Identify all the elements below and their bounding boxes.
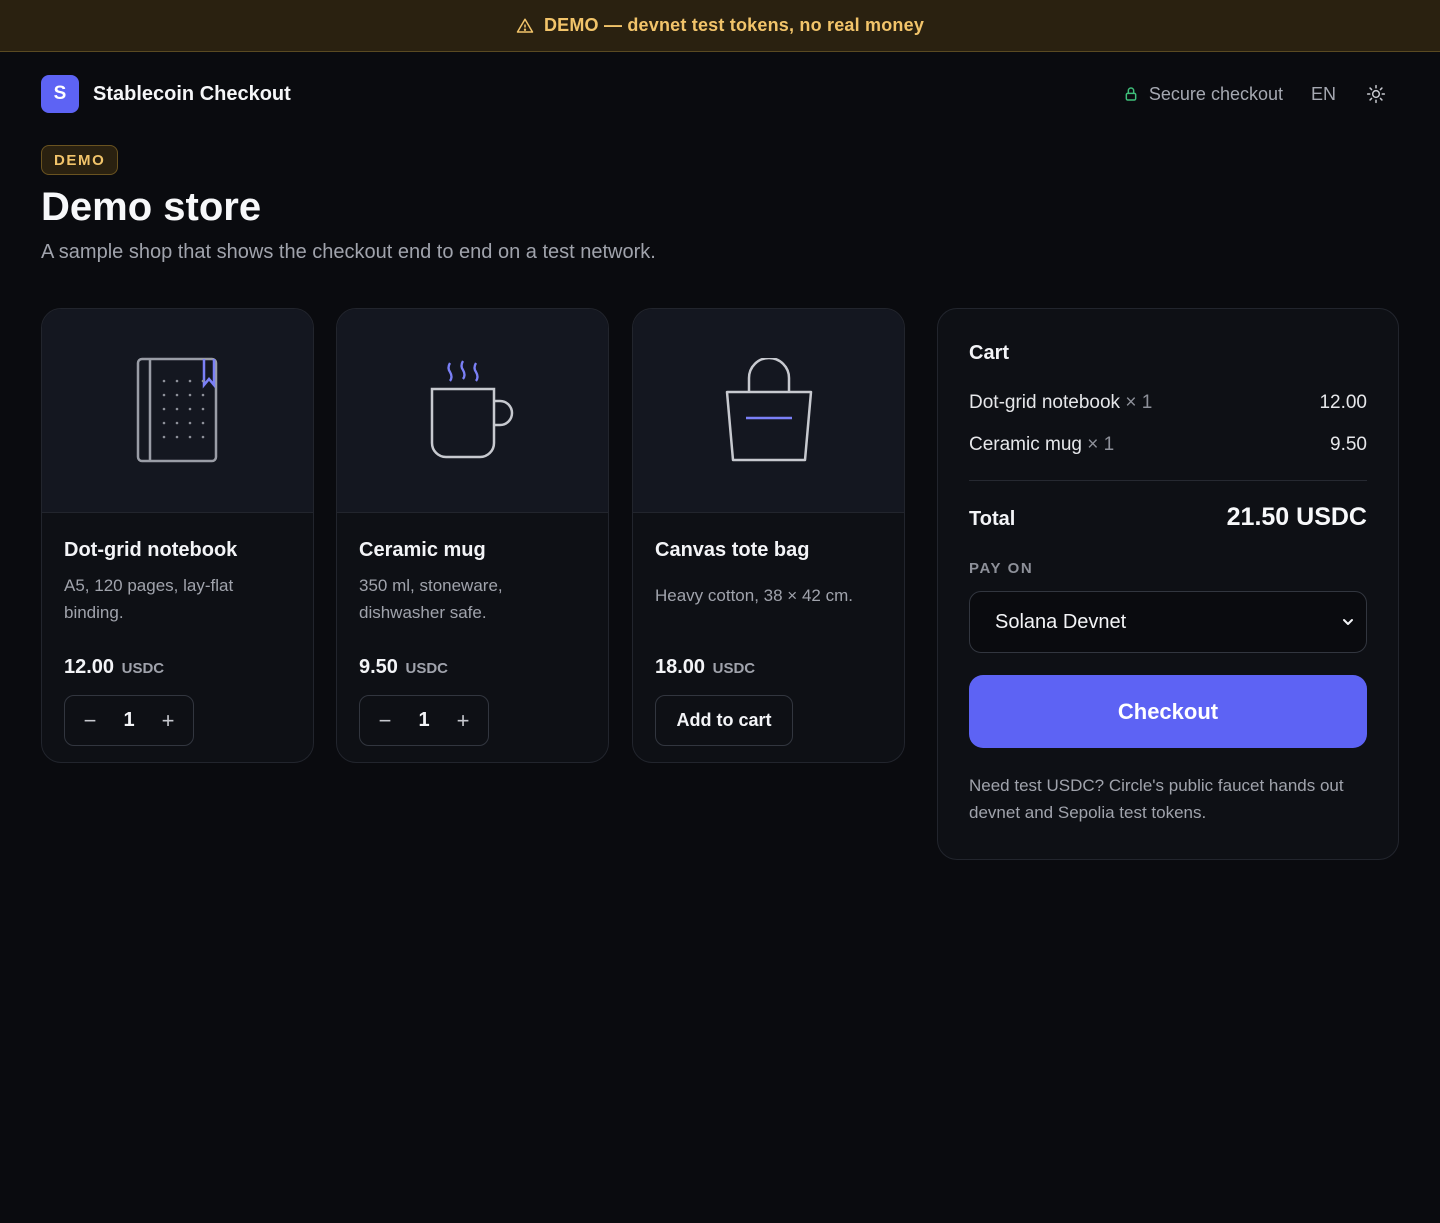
- chevron-down-icon: [1343, 619, 1353, 625]
- secure-label: Secure checkout: [1148, 83, 1283, 104]
- warning-icon: [516, 17, 534, 35]
- decrement-button[interactable]: −: [370, 706, 400, 736]
- cart-line: Ceramic mug × 1 9.50: [969, 434, 1367, 456]
- product-description: Heavy cotton, 38 × 42 cm.: [655, 586, 853, 605]
- cart-line-item: Dot-grid notebook × 1: [969, 392, 1152, 414]
- tote-bag-icon: [725, 357, 812, 461]
- header: S Stablecoin Checkout Secure checkout EN: [41, 74, 1386, 114]
- product-name: Canvas tote bag: [655, 539, 810, 561]
- quantity-value: 1: [123, 709, 135, 731]
- cart-line-name: Ceramic mug: [969, 434, 1082, 455]
- faucet-note: Need test USDC? Circle's public faucet h…: [969, 776, 1344, 822]
- decrement-button[interactable]: −: [75, 706, 105, 736]
- network-value: Solana Devnet: [995, 610, 1127, 633]
- cart-line-name: Dot-grid notebook: [969, 392, 1121, 413]
- product-price: 18.00 USDC: [655, 656, 882, 679]
- cart-line-qty: × 1: [1087, 434, 1115, 455]
- cart-line-amount: 9.50: [1330, 434, 1367, 455]
- quantity-stepper: − 1 +: [359, 695, 489, 746]
- cart-line-item: Ceramic mug × 1: [969, 434, 1114, 456]
- product-description: 350 ml, stoneware, dishwasher safe.: [359, 576, 503, 622]
- pay-on-label: PAY ON: [969, 560, 1034, 577]
- price-currency: USDC: [405, 660, 449, 677]
- cart-total: Total 21.50 USDC: [969, 503, 1367, 532]
- product-image: [633, 309, 904, 513]
- cart-title: Cart: [969, 342, 1010, 364]
- product-name: Dot-grid notebook: [64, 539, 238, 561]
- secure-checkout: Secure checkout: [1123, 84, 1283, 105]
- header-right: Secure checkout EN: [1123, 84, 1386, 105]
- demo-badge: DEMO: [41, 145, 119, 175]
- language-switch[interactable]: EN: [1311, 84, 1336, 105]
- cart-line-qty: × 1: [1125, 392, 1153, 413]
- price-currency: USDC: [121, 660, 165, 677]
- cart-panel: Cart Dot-grid notebook × 1 12.00 Ceramic…: [937, 308, 1399, 860]
- demo-banner: DEMO — devnet test tokens, no real money: [0, 0, 1440, 52]
- mug-icon: [430, 359, 513, 458]
- product-image: [42, 309, 313, 513]
- product-description: A5, 120 pages, lay-flat binding.: [64, 576, 234, 622]
- product-card-tote: Canvas tote bag Heavy cotton, 38 × 42 cm…: [632, 308, 905, 763]
- quantity-stepper: − 1 +: [64, 695, 194, 746]
- product-price: 12.00 USDC: [64, 656, 291, 679]
- add-to-cart-button[interactable]: Add to cart: [655, 695, 793, 746]
- brand[interactable]: S Stablecoin Checkout: [41, 75, 291, 113]
- notebook-icon: [136, 357, 217, 462]
- price-currency: USDC: [712, 660, 756, 677]
- banner-text: DEMO — devnet test tokens, no real money: [543, 15, 925, 35]
- price-value: 12.00: [64, 656, 115, 678]
- price-value: 9.50: [359, 656, 398, 678]
- price-value: 18.00: [655, 656, 706, 678]
- page-title: Demo store: [41, 185, 262, 229]
- product-price: 9.50 USDC: [359, 656, 586, 679]
- theme-toggle[interactable]: [1366, 84, 1386, 104]
- increment-button[interactable]: +: [153, 706, 183, 736]
- total-label: Total: [969, 508, 1016, 530]
- network-select[interactable]: Solana Devnet: [969, 591, 1367, 653]
- lock-icon: [1125, 87, 1137, 101]
- cart-divider: [969, 480, 1367, 481]
- cart-line: Dot-grid notebook × 1 12.00: [969, 392, 1367, 414]
- sun-icon: [1366, 84, 1386, 104]
- product-card-mug: Ceramic mug 350 ml, stoneware, dishwashe…: [336, 308, 609, 763]
- cart-line-amount: 12.00: [1319, 392, 1367, 413]
- product-image: [337, 309, 608, 513]
- quantity-value: 1: [418, 709, 430, 731]
- logo: S: [41, 75, 79, 113]
- product-card-notebook: Dot-grid notebook A5, 120 pages, lay-fla…: [41, 308, 314, 763]
- total-value: 21.50 USDC: [1226, 503, 1367, 531]
- page-subtitle: A sample shop that shows the checkout en…: [41, 241, 656, 263]
- product-name: Ceramic mug: [359, 539, 486, 561]
- brand-name: Stablecoin Checkout: [93, 82, 291, 105]
- checkout-button[interactable]: Checkout: [969, 675, 1367, 748]
- increment-button[interactable]: +: [448, 706, 478, 736]
